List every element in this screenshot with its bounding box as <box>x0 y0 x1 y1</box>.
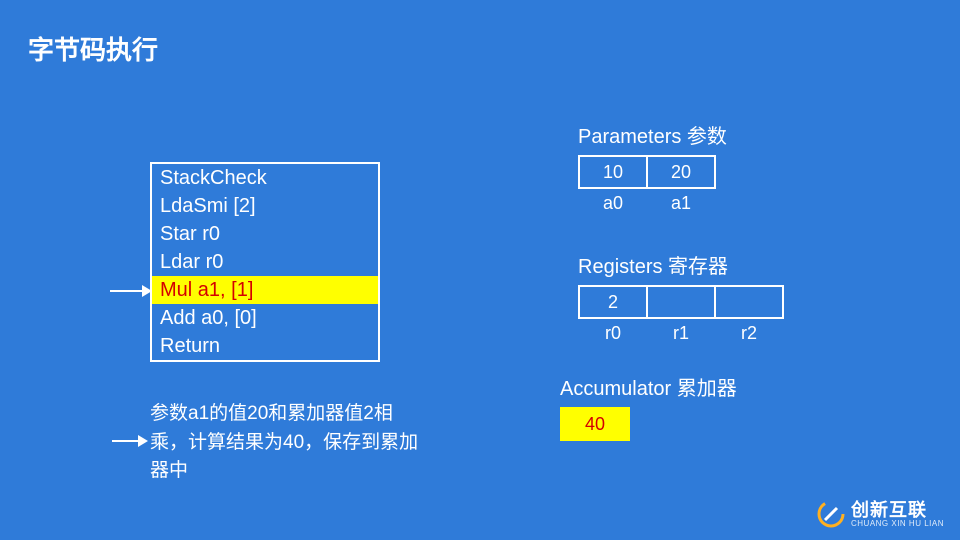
param-sublabel: a1 <box>646 193 716 214</box>
param-cell: 20 <box>646 155 716 189</box>
logo-sub: CHUANG XIN HU LIAN <box>851 519 944 528</box>
registers-label: Registers 寄存器 <box>578 250 784 279</box>
code-line: Ldar r0 <box>152 248 378 276</box>
brand-logo: 创新互联 CHUANG XIN HU LIAN <box>817 500 944 528</box>
code-line: Add a0, [0] <box>152 304 378 332</box>
parameters-section: Parameters 参数 10 20 a0 a1 <box>578 120 727 214</box>
logo-icon <box>817 500 845 528</box>
registers-row: 2 <box>578 285 784 319</box>
reg-cell: 2 <box>578 285 648 319</box>
parameters-row: 10 20 <box>578 155 727 189</box>
page-title: 字节码执行 <box>28 30 158 67</box>
accumulator-section: Accumulator 累加器 40 <box>560 372 737 441</box>
arrow-icon <box>112 440 146 442</box>
reg-sublabel: r0 <box>578 323 648 344</box>
explanation-text: 参数a1的值20和累加器值2相乘，计算结果为40，保存到累加器中 <box>150 400 430 486</box>
reg-sublabel: r1 <box>646 323 716 344</box>
reg-sublabel: r2 <box>714 323 784 344</box>
accumulator-value: 40 <box>560 407 630 441</box>
reg-cell <box>646 285 716 319</box>
code-line: Return <box>152 332 378 360</box>
parameters-label: Parameters 参数 <box>578 120 727 149</box>
registers-section: Registers 寄存器 2 r0 r1 r2 <box>578 250 784 344</box>
param-cell: 10 <box>578 155 648 189</box>
logo-text: 创新互联 CHUANG XIN HU LIAN <box>851 501 944 528</box>
code-line: Star r0 <box>152 220 378 248</box>
arrow-icon <box>110 290 150 292</box>
code-line-highlight: Mul a1, [1] <box>152 276 378 304</box>
registers-sublabels: r0 r1 r2 <box>578 323 784 344</box>
accumulator-label: Accumulator 累加器 <box>560 372 737 401</box>
logo-main: 创新互联 <box>851 501 944 519</box>
bytecode-box: StackCheck LdaSmi [2] Star r0 Ldar r0 Mu… <box>150 162 380 362</box>
param-sublabel: a0 <box>578 193 648 214</box>
reg-cell <box>714 285 784 319</box>
code-line: StackCheck <box>152 164 378 192</box>
code-line: LdaSmi [2] <box>152 192 378 220</box>
parameters-sublabels: a0 a1 <box>578 193 727 214</box>
